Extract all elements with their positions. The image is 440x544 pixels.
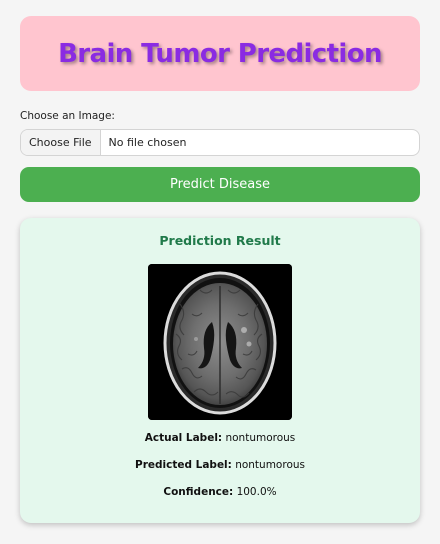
page-title: Brain Tumor Prediction — [58, 38, 382, 69]
header-banner: Brain Tumor Prediction — [20, 16, 420, 91]
confidence-line: Confidence: 100.0% — [20, 486, 420, 498]
predicted-label-key: Predicted Label: — [135, 459, 232, 471]
confidence-key: Confidence: — [163, 486, 234, 498]
actual-label-key: Actual Label: — [144, 432, 223, 444]
choose-file-button[interactable]: Choose File — [21, 130, 101, 155]
predicted-label-line: Predicted Label: nontumorous — [20, 459, 420, 471]
file-status-text: No file chosen — [108, 136, 187, 149]
actual-label-line: Actual Label: nontumorous — [20, 432, 420, 444]
mri-scan-image — [148, 264, 292, 420]
prediction-result-card: Prediction Result Actual Label: nontumor… — [20, 218, 420, 523]
confidence-value: 100.0% — [236, 486, 277, 498]
predict-disease-button[interactable]: Predict Disease — [20, 167, 420, 202]
file-input[interactable]: Choose File No file chosen — [20, 129, 420, 156]
actual-label-value: nontumorous — [225, 432, 296, 444]
result-title: Prediction Result — [159, 233, 281, 248]
predicted-label-value: nontumorous — [235, 459, 305, 471]
file-input-label: Choose an Image: — [20, 110, 115, 122]
